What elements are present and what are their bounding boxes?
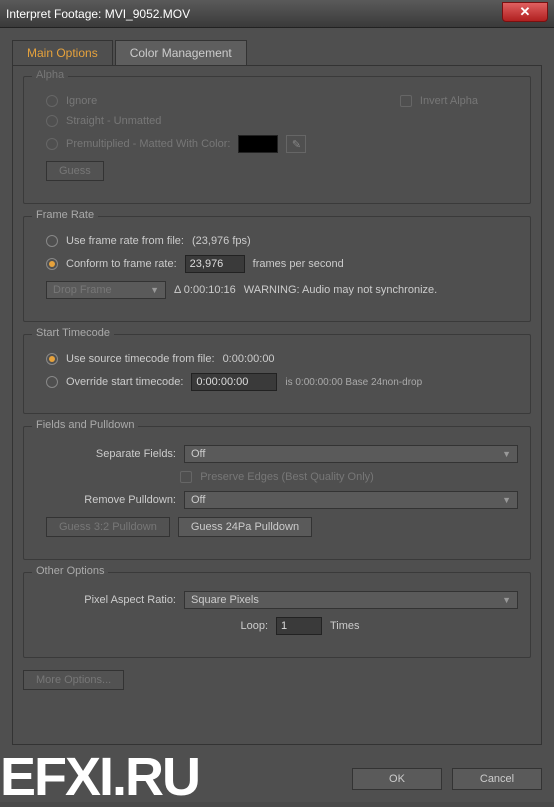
select-drop-frame-value: Drop Frame: [53, 284, 112, 296]
timecode-info: is 0:00:00:00 Base 24non-drop: [285, 377, 422, 388]
window-title: Interpret Footage: MVI_9052.MOV: [6, 7, 190, 21]
group-frame-rate: Frame Rate Use frame rate from file: (23…: [23, 216, 531, 322]
group-start-timecode: Start Timecode Use source timecode from …: [23, 334, 531, 414]
eyedropper-icon: ✎: [286, 135, 306, 153]
label-pixel-aspect-ratio: Pixel Aspect Ratio:: [36, 594, 176, 606]
label-fps: frames per second: [253, 258, 344, 270]
more-options-button: More Options...: [23, 670, 124, 690]
select-par-value: Square Pixels: [191, 594, 259, 606]
group-fields-pulldown: Fields and Pulldown Separate Fields: Off…: [23, 426, 531, 560]
delta-value: Δ 0:00:10:16: [174, 284, 236, 296]
label-use-file-fps: Use frame rate from file:: [66, 235, 184, 247]
ok-button[interactable]: OK: [352, 768, 442, 790]
dialog-body: Main Options Color Management Alpha Igno…: [0, 28, 554, 802]
titlebar: Interpret Footage: MVI_9052.MOV ✕: [0, 0, 554, 28]
select-remove-pulldown-value: Off: [191, 494, 205, 506]
radio-conform-fps[interactable]: [46, 258, 58, 270]
select-pixel-aspect-ratio[interactable]: Square Pixels ▼: [184, 591, 518, 609]
color-swatch: [238, 135, 278, 153]
close-button[interactable]: ✕: [502, 2, 548, 22]
group-alpha-title: Alpha: [32, 69, 68, 81]
radio-override-timecode[interactable]: [46, 376, 58, 388]
label-premultiplied: Premultiplied - Matted With Color:: [66, 138, 230, 150]
chevron-down-icon: ▼: [502, 495, 511, 505]
input-override-timecode[interactable]: [191, 373, 277, 391]
select-separate-fields-value: Off: [191, 448, 205, 460]
tab-bar: Main Options Color Management: [12, 40, 542, 65]
group-fields-title: Fields and Pulldown: [32, 419, 138, 431]
label-preserve-edges: Preserve Edges (Best Quality Only): [200, 471, 374, 483]
tab-color-management[interactable]: Color Management: [115, 40, 247, 65]
select-separate-fields[interactable]: Off ▼: [184, 445, 518, 463]
chevron-down-icon: ▼: [502, 449, 511, 459]
label-times: Times: [330, 620, 360, 632]
tab-main-options[interactable]: Main Options: [12, 40, 113, 65]
radio-ignore: [46, 95, 58, 107]
group-alpha: Alpha Ignore Invert Alpha Straight - Unm…: [23, 76, 531, 204]
radio-use-file-fps[interactable]: [46, 235, 58, 247]
label-straight: Straight - Unmatted: [66, 115, 161, 127]
label-loop: Loop:: [36, 620, 268, 632]
group-frame-rate-title: Frame Rate: [32, 209, 98, 221]
value-file-fps: (23,976 fps): [192, 235, 251, 247]
label-override-timecode: Override start timecode:: [66, 376, 183, 388]
label-remove-pulldown: Remove Pulldown:: [36, 494, 176, 506]
label-conform-fps: Conform to frame rate:: [66, 258, 177, 270]
select-drop-frame: Drop Frame ▼: [46, 281, 166, 299]
label-separate-fields: Separate Fields:: [36, 448, 176, 460]
value-source-timecode: 0:00:00:00: [223, 353, 275, 365]
check-preserve-edges: [180, 471, 192, 483]
input-conform-fps[interactable]: [185, 255, 245, 273]
group-start-timecode-title: Start Timecode: [32, 327, 114, 339]
warning-text: WARNING: Audio may not synchronize.: [244, 284, 437, 296]
radio-straight: [46, 115, 58, 127]
radio-source-timecode[interactable]: [46, 353, 58, 365]
chevron-down-icon: ▼: [502, 595, 511, 605]
group-other-options: Other Options Pixel Aspect Ratio: Square…: [23, 572, 531, 658]
chevron-down-icon: ▼: [150, 285, 159, 295]
group-other-title: Other Options: [32, 565, 108, 577]
label-invert-alpha: Invert Alpha: [420, 95, 478, 107]
cancel-button[interactable]: Cancel: [452, 768, 542, 790]
label-ignore: Ignore: [66, 95, 97, 107]
check-invert-alpha: [400, 95, 412, 107]
label-source-timecode: Use source timecode from file:: [66, 353, 215, 365]
guess-32-pulldown-button: Guess 3:2 Pulldown: [46, 517, 170, 537]
input-loop[interactable]: [276, 617, 322, 635]
guess-alpha-button: Guess: [46, 161, 104, 181]
select-remove-pulldown[interactable]: Off ▼: [184, 491, 518, 509]
guess-24pa-pulldown-button[interactable]: Guess 24Pa Pulldown: [178, 517, 312, 537]
watermark: EFXI.RU: [0, 753, 199, 802]
tab-panel: Alpha Ignore Invert Alpha Straight - Unm…: [12, 65, 542, 745]
radio-premultiplied: [46, 138, 58, 150]
